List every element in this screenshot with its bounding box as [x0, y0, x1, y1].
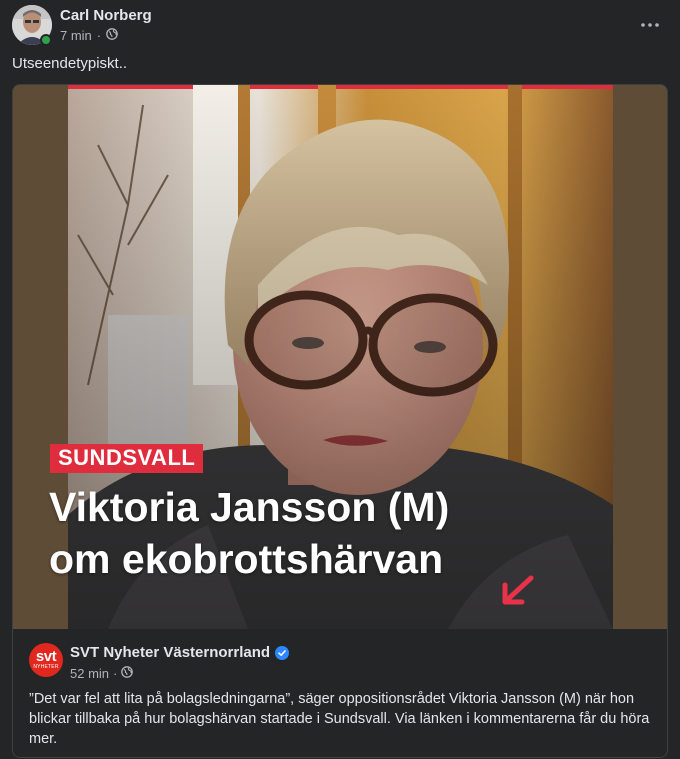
post-meta: 7 min ·	[60, 28, 118, 43]
online-status-indicator	[40, 34, 52, 46]
verified-badge-icon	[275, 645, 290, 660]
meta-separator: ·	[113, 666, 118, 681]
post-text: Utseendetypiskt..	[12, 55, 128, 72]
source-page-name[interactable]: SVT Nyheter Västernorrland	[70, 644, 290, 661]
more-horizontal-icon	[641, 14, 659, 32]
source-meta: 52 min ·	[70, 666, 134, 681]
author-name[interactable]: Carl Norberg	[60, 7, 152, 24]
svt-logo-subtitle: NYHETER	[33, 664, 59, 670]
svt-logo-word: svt	[35, 648, 57, 665]
headline-line-1: Viktoria Jansson (M)	[49, 484, 450, 530]
facebook-post: Carl Norberg 7 min · Utseendetypiskt.. S…	[0, 0, 680, 759]
source-post-text: ”Det var fel att lita på bolagsledningar…	[29, 691, 650, 747]
headline-line-2: om ekobrottshärvan	[49, 536, 444, 582]
meta-separator: ·	[96, 28, 102, 43]
shared-source-info: svt NYHETER SVT Nyheter Västernorrland 5…	[13, 629, 667, 757]
video-headline: Viktoria Jansson (M) om ekobrottshärvan	[49, 481, 449, 585]
source-timestamp[interactable]: 52 min	[70, 666, 109, 681]
globe-icon	[106, 28, 118, 43]
svt-logo[interactable]: svt NYHETER	[29, 643, 63, 677]
shared-post-card[interactable]: SUNDSVALL Viktoria Jansson (M) om ekobro…	[12, 84, 668, 758]
globe-icon	[121, 666, 134, 681]
location-tag: SUNDSVALL	[50, 444, 204, 473]
red-arrow-icon	[497, 573, 537, 614]
post-timestamp[interactable]: 7 min	[60, 28, 92, 43]
source-name-label[interactable]: SVT Nyheter Västernorrland	[70, 644, 270, 661]
more-options-button[interactable]	[632, 8, 668, 38]
shared-video-thumbnail[interactable]: SUNDSVALL Viktoria Jansson (M) om ekobro…	[13, 85, 667, 629]
